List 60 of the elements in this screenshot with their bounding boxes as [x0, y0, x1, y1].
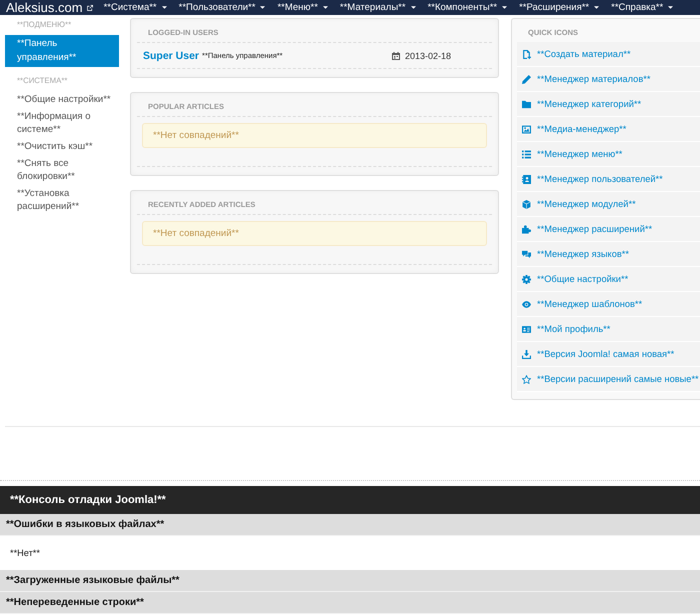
- list-icon: [522, 150, 531, 158]
- nav-menu[interactable]: **Пользователи**: [178, 0, 266, 15]
- console-section-text: **Нет**: [10, 548, 40, 558]
- sidebar-item[interactable]: **Панель управления**: [5, 35, 119, 67]
- image-icon: [522, 124, 531, 134]
- login-date: 2013-02-18: [404, 50, 451, 60]
- external-link-icon: [86, 4, 93, 10]
- sidebar-item[interactable]: **Общие настройки**: [5, 91, 119, 108]
- eye-icon: [522, 300, 531, 308]
- folder-icon: [522, 100, 531, 108]
- nav-menu[interactable]: **Материалы**: [340, 0, 416, 15]
- quick-link[interactable]: **Медиа-менеджер**: [517, 117, 700, 142]
- settings-icon: [522, 274, 531, 284]
- quick-link[interactable]: **Версия Joomla! самая новая**: [517, 342, 700, 367]
- console-section-header[interactable]: **Непереведенные строки**: [0, 592, 700, 614]
- console-section-header[interactable]: **Загруженные языковые файлы**: [0, 570, 700, 592]
- caret-icon: [410, 6, 416, 9]
- sidebar-item[interactable]: **Снять все блокировки**: [5, 155, 119, 185]
- cube-icon: [522, 200, 531, 208]
- puzzle-icon: [522, 224, 531, 234]
- quick-link[interactable]: **Менеджер пользователей**: [517, 167, 700, 192]
- quick-link[interactable]: **Менеджер материалов**: [517, 67, 700, 92]
- calendar-icon: [392, 52, 400, 60]
- site-brand-link[interactable]: Aleksius.com: [6, 0, 93, 15]
- quick-link[interactable]: **Менеджер модулей**: [517, 192, 700, 217]
- caret-icon: [322, 6, 328, 9]
- sidebar-item[interactable]: **Очистить кэш**: [5, 138, 119, 155]
- address-book-icon: [522, 174, 531, 184]
- nav-menu[interactable]: **Компоненты**: [428, 0, 508, 15]
- download-icon: [522, 350, 531, 358]
- quick-link[interactable]: **Общие настройки**: [517, 267, 700, 292]
- sidebar-item[interactable]: **Информация о системе**: [5, 108, 119, 138]
- quick-link[interactable]: **Менеджер шаблонов**: [517, 292, 700, 317]
- quick-link[interactable]: **Версии расширений самые новые**: [517, 367, 700, 392]
- console-section-header[interactable]: **Ошибки в языковых файлах**: [0, 514, 700, 536]
- empty-notice: **Нет совпадений**: [142, 123, 487, 148]
- quick-link[interactable]: **Менеджер категорий**: [517, 92, 700, 117]
- caret-icon: [162, 6, 167, 9]
- star-icon: [522, 374, 531, 384]
- caret-icon: [502, 6, 508, 9]
- quick-link[interactable]: **Менеджер языков**: [517, 242, 700, 267]
- caret-icon: [260, 6, 266, 9]
- console-title: **Консоль отладки Joomla!**: [0, 486, 700, 514]
- nav-menu[interactable]: **Расширения**: [519, 0, 600, 15]
- nav-menu[interactable]: **Меню**: [277, 0, 328, 15]
- id-card-icon: [522, 324, 531, 334]
- quick-link[interactable]: **Мой профиль**: [517, 317, 700, 342]
- quick-link[interactable]: **Менеджер расширений**: [517, 217, 700, 242]
- nav-menu[interactable]: **Система**: [104, 0, 167, 15]
- pencil-icon: [522, 74, 531, 84]
- caret-icon: [668, 6, 674, 9]
- chat-bubbles-icon: [522, 250, 531, 258]
- document-plus-icon: [522, 50, 531, 58]
- quick-link[interactable]: **Создать материал**: [517, 42, 700, 67]
- sidebar-item[interactable]: **Установка расширений**: [5, 185, 119, 215]
- caret-icon: [594, 6, 600, 9]
- empty-notice: **Нет совпадений**: [142, 221, 487, 246]
- quick-link[interactable]: **Менеджер меню**: [517, 142, 700, 167]
- user-name-link[interactable]: Super User: [143, 50, 200, 62]
- nav-menu[interactable]: **Справка**: [611, 0, 674, 15]
